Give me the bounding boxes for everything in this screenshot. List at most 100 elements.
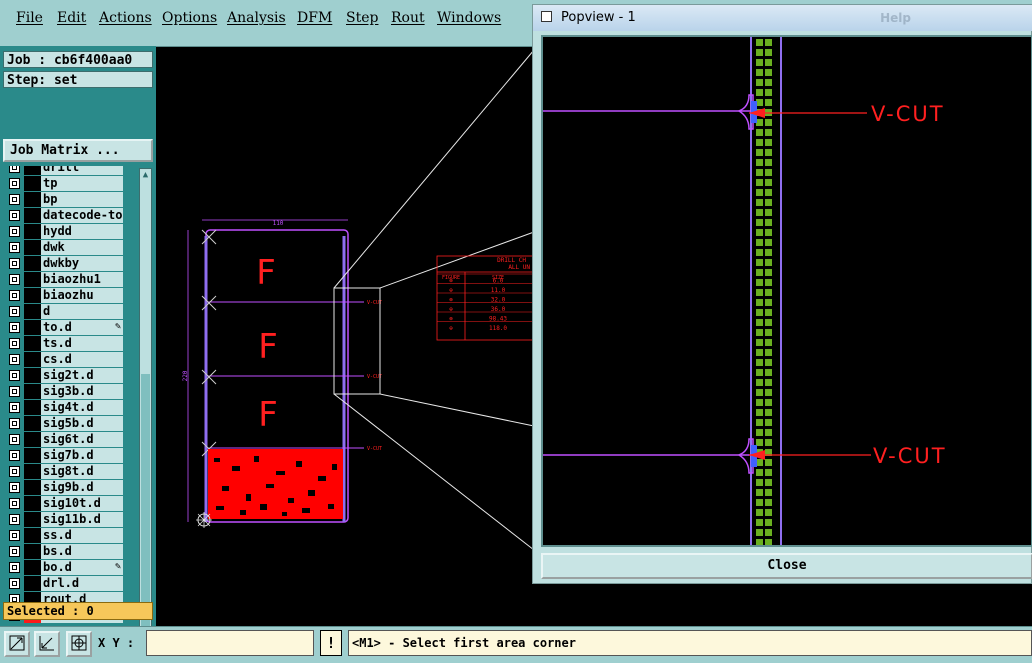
menu-windows[interactable]: Windows <box>437 10 501 26</box>
menu-rout[interactable]: Rout <box>391 10 425 26</box>
layer-color-swatch[interactable] <box>24 432 41 447</box>
layer-name[interactable]: ts.d <box>41 336 123 351</box>
layer-name[interactable]: to.d ✎ <box>41 320 123 335</box>
layer-row[interactable]: drl.d <box>4 576 126 591</box>
popview-canvas[interactable]: V-CUT V-CUT <box>541 35 1032 547</box>
layer-color-swatch[interactable] <box>24 480 41 495</box>
layer-name[interactable]: hydd <box>41 224 123 239</box>
layer-row[interactable]: cs.d <box>4 352 126 367</box>
layer-row[interactable]: sig10t.d <box>4 496 126 511</box>
layer-name[interactable]: drl.d <box>41 576 123 591</box>
layer-color-swatch[interactable] <box>24 272 41 287</box>
layer-color-swatch[interactable] <box>24 320 41 335</box>
layer-scrollbar[interactable]: ▲ ▼ <box>139 168 152 644</box>
layer-row[interactable]: ts.d <box>4 336 126 351</box>
layer-color-swatch[interactable] <box>24 560 41 575</box>
layer-checkbox[interactable] <box>9 578 20 589</box>
layer-row[interactable]: d <box>4 304 126 319</box>
layer-row[interactable]: sig7b.d <box>4 448 126 463</box>
zoom-diagonal-button[interactable] <box>4 631 30 657</box>
menu-actions[interactable]: Actions <box>99 10 152 26</box>
layer-color-swatch[interactable] <box>24 512 41 527</box>
layer-name[interactable]: tp <box>41 176 123 191</box>
layer-name[interactable]: sig5b.d <box>41 416 123 431</box>
layer-checkbox[interactable] <box>9 274 20 285</box>
layer-checkbox[interactable] <box>9 194 20 205</box>
layer-row[interactable]: tp <box>4 176 126 191</box>
layer-name[interactable]: sig11b.d <box>41 512 123 527</box>
layer-row[interactable]: ss.d <box>4 528 126 543</box>
layer-name[interactable]: dwkby <box>41 256 123 271</box>
menu-options[interactable]: Options <box>162 10 217 26</box>
layer-checkbox[interactable] <box>9 178 20 189</box>
layer-checkbox[interactable] <box>9 418 20 429</box>
layer-color-swatch[interactable] <box>24 384 41 399</box>
menu-step[interactable]: Step <box>346 10 378 26</box>
warning-button[interactable]: ! <box>320 630 342 656</box>
menu-dfm[interactable]: DFM <box>297 10 332 26</box>
layer-name[interactable]: sig7b.d <box>41 448 123 463</box>
layer-color-swatch[interactable] <box>24 448 41 463</box>
layer-name[interactable]: sig3b.d <box>41 384 123 399</box>
layer-color-swatch[interactable] <box>24 208 41 223</box>
layer-row[interactable]: bp <box>4 192 126 207</box>
layer-checkbox[interactable] <box>9 258 20 269</box>
menu-analysis[interactable]: Analysis <box>227 10 286 26</box>
layer-checkbox[interactable] <box>9 530 20 541</box>
layer-color-swatch[interactable] <box>24 496 41 511</box>
menu-edit[interactable]: Edit <box>57 10 86 26</box>
layer-color-swatch[interactable] <box>24 336 41 351</box>
layer-color-swatch[interactable] <box>24 544 41 559</box>
menu-file[interactable]: File <box>16 10 43 26</box>
layer-checkbox[interactable] <box>9 210 20 221</box>
layer-checkbox[interactable] <box>9 498 20 509</box>
layer-row[interactable]: datecode-to <box>4 208 126 223</box>
layer-color-swatch[interactable] <box>24 368 41 383</box>
layer-color-swatch[interactable] <box>24 166 41 175</box>
layer-color-swatch[interactable] <box>24 240 41 255</box>
layer-row[interactable]: dwkby <box>4 256 126 271</box>
layer-name[interactable]: ss.d <box>41 528 123 543</box>
layer-checkbox[interactable] <box>9 370 20 381</box>
layer-color-swatch[interactable] <box>24 288 41 303</box>
layer-row[interactable]: sig6t.d <box>4 432 126 447</box>
scroll-up-icon[interactable]: ▲ <box>140 169 151 181</box>
layer-checkbox[interactable] <box>9 546 20 557</box>
layer-name[interactable]: biaozhu <box>41 288 123 303</box>
layer-checkbox[interactable] <box>9 386 20 397</box>
layer-row[interactable]: dwk <box>4 240 126 255</box>
layer-row[interactable]: sig2t.d <box>4 368 126 383</box>
layer-color-swatch[interactable] <box>24 528 41 543</box>
layer-name[interactable]: sig6t.d <box>41 432 123 447</box>
layer-color-swatch[interactable] <box>24 400 41 415</box>
layer-checkbox[interactable] <box>9 562 20 573</box>
layer-row[interactable]: drill <box>4 166 126 175</box>
layer-checkbox[interactable] <box>9 338 20 349</box>
xy-input[interactable] <box>146 630 314 656</box>
layer-name[interactable]: bs.d <box>41 544 123 559</box>
layer-name[interactable]: sig2t.d <box>41 368 123 383</box>
job-matrix-button[interactable]: Job Matrix ... <box>3 139 153 162</box>
layer-name[interactable]: sig4t.d <box>41 400 123 415</box>
zoom-area-button[interactable] <box>34 631 60 657</box>
layer-row[interactable]: sig9b.d <box>4 480 126 495</box>
layer-checkbox[interactable] <box>9 166 20 173</box>
layer-row[interactable]: sig11b.d <box>4 512 126 527</box>
layer-name[interactable]: sig10t.d <box>41 496 123 511</box>
layer-checkbox[interactable] <box>9 434 20 445</box>
layer-checkbox[interactable] <box>9 306 20 317</box>
layer-checkbox[interactable] <box>9 466 20 477</box>
layer-row[interactable]: bs.d <box>4 544 126 559</box>
layer-checkbox[interactable] <box>9 514 20 525</box>
grid-snap-button[interactable] <box>66 631 92 657</box>
layer-name[interactable]: biaozhu1 <box>41 272 123 287</box>
layer-checkbox[interactable] <box>9 226 20 237</box>
layer-color-swatch[interactable] <box>24 176 41 191</box>
layer-color-swatch[interactable] <box>24 576 41 591</box>
layer-color-swatch[interactable] <box>24 352 41 367</box>
layer-checkbox[interactable] <box>9 322 20 333</box>
layer-color-swatch[interactable] <box>24 416 41 431</box>
layer-checkbox[interactable] <box>9 402 20 413</box>
layer-name[interactable]: d <box>41 304 123 319</box>
layer-name[interactable]: sig8t.d <box>41 464 123 479</box>
